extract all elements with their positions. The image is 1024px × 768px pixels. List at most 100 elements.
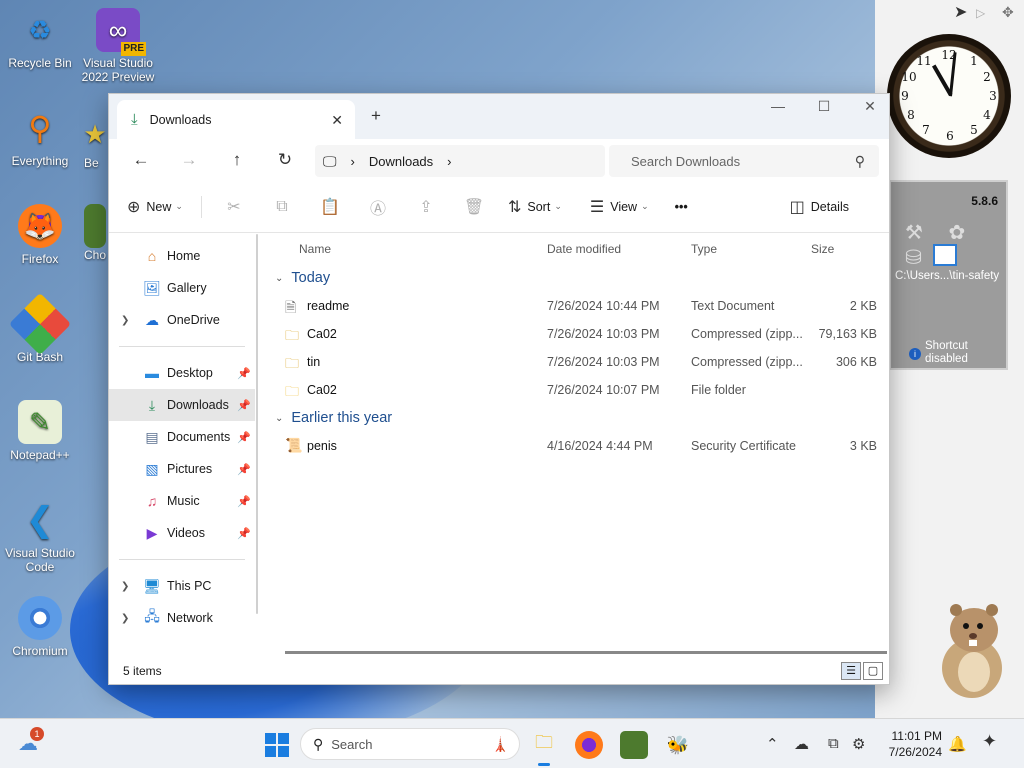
tab-downloads[interactable]: ⤓ Downloads ✕ <box>117 100 355 139</box>
back-button[interactable]: ← <box>117 144 165 176</box>
group-today[interactable]: ⌄ Today <box>269 264 889 292</box>
more-options-button[interactable]: ••• <box>675 200 688 214</box>
search-input[interactable]: Search Downloads ⚲ <box>609 145 879 177</box>
music-icon: ♫ <box>146 493 158 509</box>
file-row[interactable]: 🗀 Ca02 7/26/2024 10:03 PM Compressed (zi… <box>269 320 889 348</box>
desktop-icon-firefox[interactable]: 🦊 Firefox <box>0 204 80 266</box>
cut-icon[interactable]: ✂ <box>220 197 248 217</box>
horizontal-scrollbar[interactable] <box>285 651 887 654</box>
desktop-icon-git-bash[interactable]: Git Bash <box>0 292 80 364</box>
file-row[interactable]: 🗀 tin 7/26/2024 10:03 PM Compressed (zip… <box>269 348 889 376</box>
nav-music[interactable]: ♫ Music 📌 <box>109 485 255 517</box>
nav-documents[interactable]: ▤ Documents 📌 <box>109 421 255 453</box>
file-row[interactable]: 🗎 readme 7/26/2024 10:44 PM Text Documen… <box>269 292 889 320</box>
analog-clock-gadget[interactable]: 12 1 2 3 4 5 6 7 8 9 10 11 <box>887 34 1011 158</box>
pin-icon[interactable]: 📌 <box>237 527 251 540</box>
file-explorer-window[interactable]: ⤓ Downloads ✕ + — ☐ ✕ ← → ↑ ↻ 🖵 › Downlo… <box>108 93 890 685</box>
shortcut-gadget[interactable]: 5.8.6 ⚒ ✿ ⛁ C:\Users...\tin-safety i Sho… <box>889 180 1008 370</box>
chevron-down-icon: ⌄ <box>275 272 284 284</box>
desktop-icon-vscode[interactable]: ❮ Visual Studio Code <box>0 498 80 574</box>
nav-gallery[interactable]: 🖼 Gallery <box>109 272 255 304</box>
up-button[interactable]: ↑ <box>213 144 261 176</box>
group-earlier-this-year[interactable]: ⌄ Earlier this year <box>269 404 889 432</box>
chevron-right-icon[interactable]: ❯ <box>121 581 129 592</box>
view-button[interactable]: ☰ View ⌄ <box>590 197 649 217</box>
nav-pictures[interactable]: ▧ Pictures 📌 <box>109 453 255 485</box>
desktop-icon-notepad-plus-plus[interactable]: ✎ Notepad++ <box>0 400 80 462</box>
nav-network[interactable]: ❯ 🖧 Network <box>109 602 255 634</box>
nav-label: Home <box>167 249 201 263</box>
visual-studio-icon: ∞ PRE <box>96 8 146 56</box>
rename-icon[interactable]: Ⓐ <box>364 195 392 219</box>
pane-splitter[interactable] <box>256 234 258 614</box>
column-name[interactable]: Name <box>299 242 331 256</box>
taskbar-app-bee[interactable]: 🐝 <box>664 731 692 759</box>
taskbar-file-explorer[interactable]: 🗀 <box>530 731 558 759</box>
column-size[interactable]: Size <box>811 242 834 256</box>
desktop-icon-everything[interactable]: ⚲ Everything <box>0 106 80 168</box>
desktop-icon-recycle-bin[interactable]: ♻ Recycle Bin <box>0 8 80 70</box>
show-hidden-icons-chevron-icon[interactable]: ⌃ <box>766 735 779 753</box>
nav-this-pc[interactable]: ❯ 🖥 This PC <box>109 570 255 602</box>
nav-home[interactable]: ⌂ Home <box>109 240 255 272</box>
new-button[interactable]: ⊕ New ⌄ <box>127 197 183 217</box>
close-window-button[interactable]: ✕ <box>847 98 893 115</box>
refresh-button[interactable]: ↻ <box>261 144 309 176</box>
sidebar-next-icon[interactable]: ▷ <box>976 6 985 20</box>
pin-icon[interactable]: 📌 <box>237 367 251 380</box>
breadcrumb-downloads[interactable]: Downloads <box>369 154 433 169</box>
chevron-down-icon: ⌄ <box>641 201 649 211</box>
chevron-right-icon[interactable]: ❯ <box>121 315 129 326</box>
nav-downloads[interactable]: ⤓ Downloads 📌 <box>109 389 255 421</box>
maximize-button[interactable]: ☐ <box>801 98 847 115</box>
taskbar-firefox[interactable] <box>575 731 603 759</box>
desktop-icon-cho[interactable]: Cho <box>84 204 108 262</box>
notepad-plus-plus-icon: ✎ <box>18 400 62 444</box>
desktop-icon-visual-studio[interactable]: ∞ PRE Visual Studio 2022 Preview <box>78 8 158 84</box>
new-tab-button[interactable]: + <box>371 106 381 126</box>
delete-icon[interactable]: 🗑 <box>460 197 488 217</box>
notification-bell-icon[interactable]: 🔔 <box>948 735 967 753</box>
accessibility-icon[interactable]: ⚙ <box>852 735 865 753</box>
column-date-modified[interactable]: Date modified <box>547 242 621 256</box>
desktop-icon-be[interactable]: ★ Be <box>84 112 108 170</box>
taskbar-search[interactable]: ⚲ Search 🗼 <box>300 728 520 760</box>
paste-icon[interactable]: 📋 <box>316 197 344 217</box>
forward-button[interactable]: → <box>165 144 213 176</box>
copy-icon[interactable]: ⧉ <box>268 198 296 216</box>
sidebar-add-icon[interactable]: ✥ <box>1002 4 1014 21</box>
taskbar-app-game[interactable] <box>620 731 648 759</box>
file-row[interactable]: 📜 penis 4/16/2024 4:44 PM Security Certi… <box>269 432 889 460</box>
file-list: Name Date modified Type Size ⌄ Today 🗎 re… <box>269 234 889 660</box>
share-icon[interactable]: ⇪ <box>412 197 440 217</box>
desktop-icon-chromium[interactable]: Chromium <box>0 596 80 658</box>
pin-icon[interactable]: 📌 <box>237 463 251 476</box>
chevron-right-icon[interactable]: ❯ <box>121 613 129 624</box>
close-tab-icon[interactable]: ✕ <box>331 112 343 129</box>
details-pane-icon: ◫ <box>789 198 805 216</box>
breadcrumb-chevron-icon[interactable]: › <box>447 154 451 169</box>
minimize-button[interactable]: — <box>755 98 801 114</box>
tiles-view-icon[interactable]: ▢ <box>863 662 883 680</box>
copilot-icon[interactable]: ✦ <box>982 731 997 752</box>
videos-icon: ▶ <box>146 524 158 541</box>
pin-icon[interactable]: 📌 <box>237 399 251 412</box>
title-bar[interactable]: ⤓ Downloads ✕ + — ☐ ✕ <box>109 94 889 139</box>
device-icon[interactable]: ⧉ <box>828 735 839 752</box>
onedrive-offline-icon[interactable]: ☁ <box>794 735 809 753</box>
pin-icon[interactable]: 📌 <box>237 431 251 444</box>
nav-onedrive[interactable]: ❯ ☁ OneDrive <box>109 304 255 336</box>
sort-button[interactable]: ⇅ Sort ⌄ <box>508 197 562 217</box>
details-button[interactable]: ◫ Details <box>790 197 849 217</box>
file-row[interactable]: 🗀 Ca02 7/26/2024 10:07 PM File folder <box>269 376 889 404</box>
pin-icon[interactable]: 📌 <box>237 495 251 508</box>
nav-desktop[interactable]: ▬ Desktop 📌 <box>109 357 255 389</box>
column-type[interactable]: Type <box>691 242 717 256</box>
mouse-cursor-icon: ➤ <box>954 4 968 21</box>
breadcrumb[interactable]: 🖵 › Downloads › <box>315 145 605 177</box>
nav-videos[interactable]: ▶ Videos 📌 <box>109 517 255 549</box>
weather-widget[interactable]: ☁ 1 <box>18 727 44 756</box>
taskbar-clock[interactable]: 11:01 PM 7/26/2024 <box>882 728 942 760</box>
details-view-icon[interactable]: ☰ <box>841 662 861 680</box>
start-button[interactable] <box>263 731 291 759</box>
